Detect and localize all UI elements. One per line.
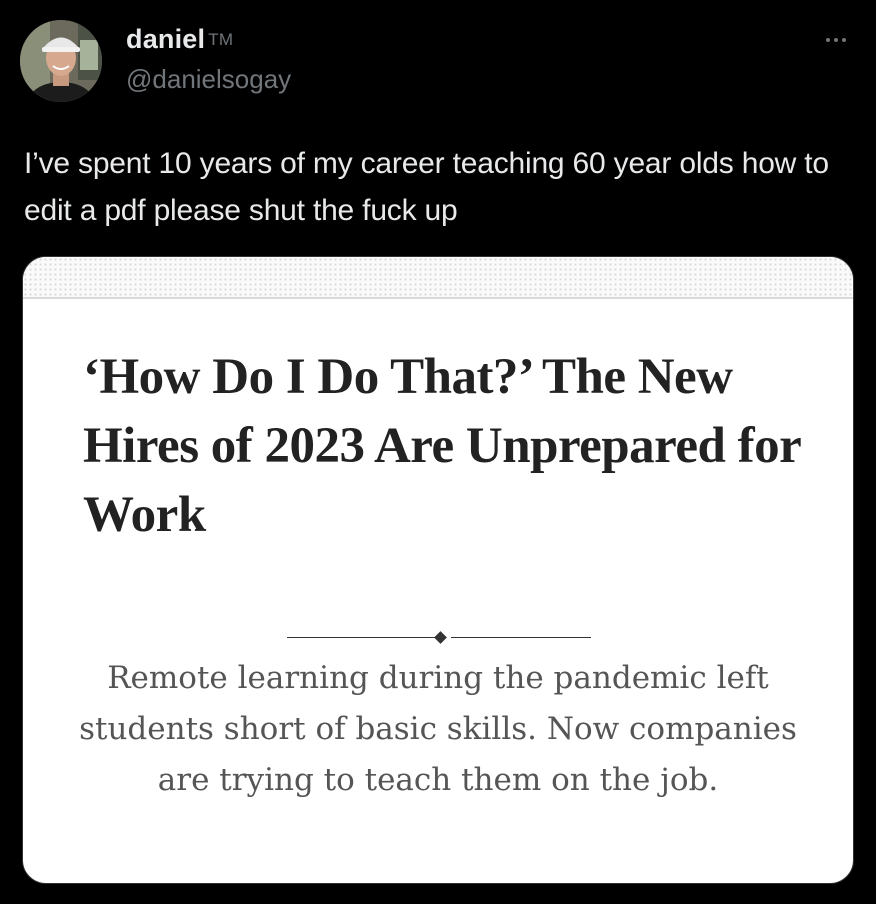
diamond-ornament-icon <box>434 631 447 644</box>
ellipsis-horizontal-icon <box>834 38 838 42</box>
more-options-button[interactable] <box>820 30 852 50</box>
ornament-line-right <box>451 637 591 638</box>
card-header-pattern <box>23 257 853 297</box>
display-name-text: daniel <box>126 24 206 54</box>
name-suffix: TM <box>208 30 234 49</box>
ellipsis-horizontal-icon <box>842 38 846 42</box>
tweet-text: I’ve spent 10 years of my career teachin… <box>24 147 829 227</box>
article-headline: ‘How Do I Do That?’ The New Hires of 202… <box>83 349 801 543</box>
avatar-image <box>20 20 102 102</box>
ornament-line-left <box>287 637 435 638</box>
article-dek: Remote learning during the pandemic left… <box>79 660 797 798</box>
ellipsis-horizontal-icon <box>826 38 830 42</box>
link-card[interactable]: ‘How Do I Do That?’ The New Hires of 202… <box>22 256 854 884</box>
author-display-name[interactable]: daniel TM <box>126 24 233 55</box>
card-header-divider <box>23 297 853 299</box>
avatar[interactable] <box>20 20 102 102</box>
author-handle[interactable]: @danielsogay <box>126 64 291 95</box>
